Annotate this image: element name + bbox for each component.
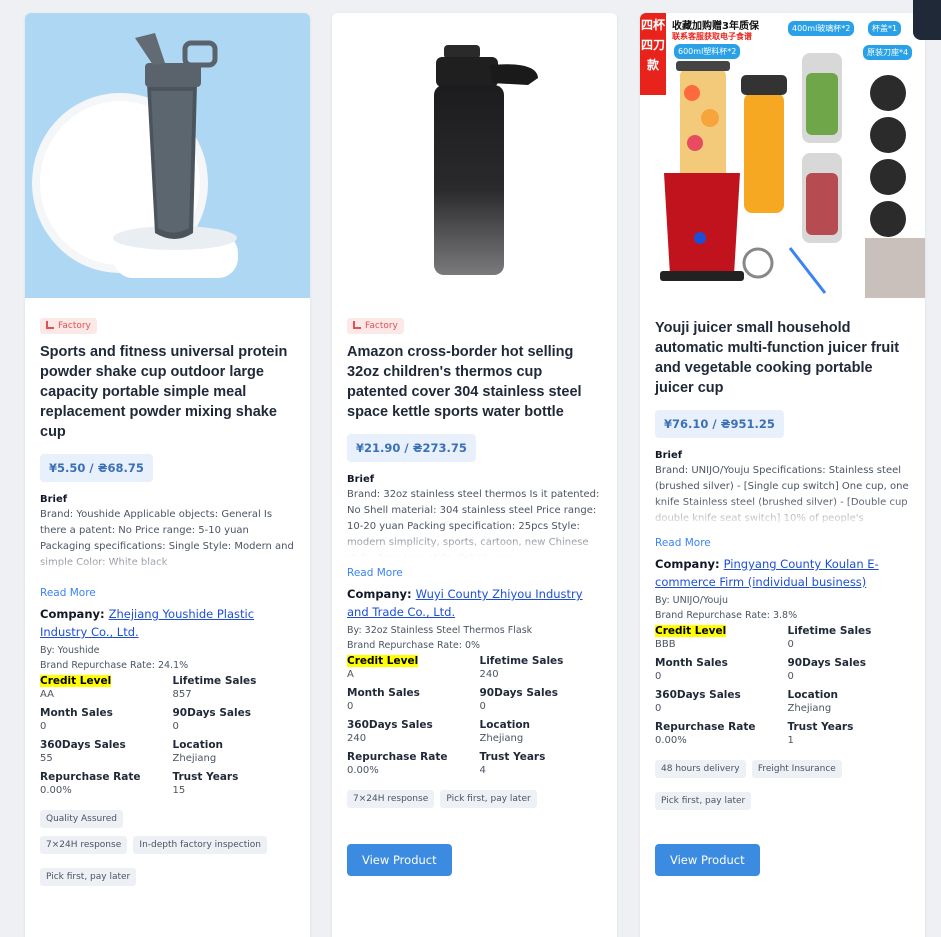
company-row: Company: Wuyi County Zhiyou Industry and…	[347, 587, 583, 619]
stat-trust-years: Trust Years 1	[787, 721, 854, 746]
stat-lifetime-sales: Lifetime Sales 240	[479, 655, 564, 680]
factory-icon	[353, 321, 361, 329]
price-badge: ¥76.10 / ₴951.25	[655, 410, 784, 438]
service-tag: In-depth factory inspection	[133, 836, 267, 854]
price-badge: ¥5.50 / ₴68.75	[40, 454, 153, 482]
service-tags: 48 hours delivery Freight Insurance	[655, 760, 910, 786]
brand-repurchase-rate: Brand Repurchase Rate: 24.1%	[40, 660, 189, 671]
floating-widget[interactable]	[913, 0, 941, 40]
service-tags: 7×24H response Pick first, pay later	[347, 790, 602, 816]
brief-text: Brand: 32oz stainless steel thermos Is i…	[347, 487, 602, 557]
stat-repurchase-rate: Repurchase Rate 0.00%	[347, 751, 448, 776]
factory-badge: Factory	[347, 318, 404, 334]
service-tag: Freight Insurance	[751, 760, 842, 778]
stats-grid: Credit Level A Lifetime Sales 240 Month Sa…	[347, 655, 602, 776]
factory-icon	[46, 321, 54, 329]
brief-text: Brand: Youshide Applicable objects: Gene…	[40, 507, 295, 577]
service-tags: Pick first, pay later	[655, 792, 910, 818]
read-more-link[interactable]: Read More	[40, 587, 295, 599]
service-tags: Pick first, pay later	[40, 868, 295, 894]
stat-credit-level: Credit Level BBB	[655, 625, 727, 650]
company-row: Company: Pingyang County Koulan E-commer…	[655, 557, 879, 589]
service-tag: 7×24H response	[347, 790, 435, 808]
brief-label: Brief	[655, 450, 683, 461]
stat-location: Location Zhejiang	[172, 739, 224, 764]
product-card[interactable]: Factory Sports and fitness universal pro…	[25, 13, 310, 937]
service-tag: Pick first, pay later	[40, 868, 137, 886]
view-product-button[interactable]: View Product	[655, 844, 760, 876]
stat-location: Location Zhejiang	[479, 719, 531, 744]
stat-360days-sales: 360Days Sales 55	[40, 739, 126, 764]
by-brand: By: Youshide	[40, 645, 100, 656]
brief-label: Brief	[40, 494, 68, 505]
shaker-cup-illustration	[32, 33, 238, 278]
by-brand: By: 32oz Stainless Steel Thermos Flask	[347, 625, 533, 636]
product-image[interactable]: 四杯四刀款 收藏加购赠3年质保 联系客服获取电子食谱 600ml塑料杯*2 40…	[640, 13, 925, 298]
stats-grid: Credit Level AA Lifetime Sales 857 Month S…	[40, 675, 295, 796]
thermos-bottle-illustration	[434, 45, 538, 275]
stat-lifetime-sales: Lifetime Sales 0	[787, 625, 872, 650]
factory-badge: Factory	[40, 318, 97, 334]
service-tags: Quality Assured 7×24H response In-depth …	[40, 810, 295, 862]
stat-repurchase-rate: Repurchase Rate 0.00%	[40, 771, 141, 796]
service-tag: 48 hours delivery	[655, 760, 746, 778]
stat-month-sales: Month Sales 0	[40, 707, 113, 732]
stat-lifetime-sales: Lifetime Sales 857	[172, 675, 257, 700]
read-more-link[interactable]: Read More	[655, 537, 910, 549]
view-product-button[interactable]: View Product	[347, 844, 452, 876]
stat-credit-level: Credit Level A	[347, 655, 419, 680]
service-tag: Pick first, pay later	[440, 790, 537, 808]
product-card[interactable]: 四杯四刀款 收藏加购赠3年质保 联系客服获取电子食谱 600ml塑料杯*2 40…	[640, 13, 925, 937]
service-tag: 7×24H response	[40, 836, 128, 854]
stat-month-sales: Month Sales 0	[347, 687, 420, 712]
stat-trust-years: Trust Years 4	[479, 751, 546, 776]
stat-90days-sales: 90Days Sales 0	[787, 657, 866, 682]
product-title[interactable]: Youji juicer small household automatic m…	[655, 318, 910, 398]
read-more-link[interactable]: Read More	[347, 567, 602, 579]
company-row: Company: Zhejiang Youshide Plastic Indus…	[40, 607, 255, 639]
stats-grid: Credit Level BBB Lifetime Sales 0 Month Sa…	[655, 625, 910, 746]
product-card[interactable]: Factory Amazon cross-border hot selling …	[332, 13, 617, 937]
stat-90days-sales: 90Days Sales 0	[172, 707, 251, 732]
brand-repurchase-rate: Brand Repurchase Rate: 0%	[347, 640, 481, 651]
product-title[interactable]: Amazon cross-border hot selling 32oz chi…	[347, 342, 602, 422]
stat-360days-sales: 360Days Sales 0	[655, 689, 741, 714]
stat-month-sales: Month Sales 0	[655, 657, 728, 682]
price-badge: ¥21.90 / ₴273.75	[347, 434, 476, 462]
service-tag: Pick first, pay later	[655, 792, 752, 810]
stat-repurchase-rate: Repurchase Rate 0.00%	[655, 721, 756, 746]
product-image[interactable]	[25, 13, 310, 298]
stat-360days-sales: 360Days Sales 240	[347, 719, 433, 744]
brand-repurchase-rate: Brand Repurchase Rate: 3.8%	[655, 610, 798, 621]
service-tag: Quality Assured	[40, 810, 124, 828]
stat-credit-level: Credit Level AA	[40, 675, 112, 700]
brief-label: Brief	[347, 474, 375, 485]
stat-90days-sales: 90Days Sales 0	[479, 687, 558, 712]
stat-trust-years: Trust Years 15	[172, 771, 239, 796]
by-brand: By: UNIJO/Youju	[655, 595, 729, 606]
product-image[interactable]	[332, 13, 617, 298]
product-title[interactable]: Sports and fitness universal protein pow…	[40, 342, 295, 442]
juicer-set-illustration	[660, 53, 925, 298]
brief-text: Brand: UNIJO/Youju Specifications: Stain…	[655, 463, 910, 527]
stat-location: Location Zhejiang	[787, 689, 839, 714]
